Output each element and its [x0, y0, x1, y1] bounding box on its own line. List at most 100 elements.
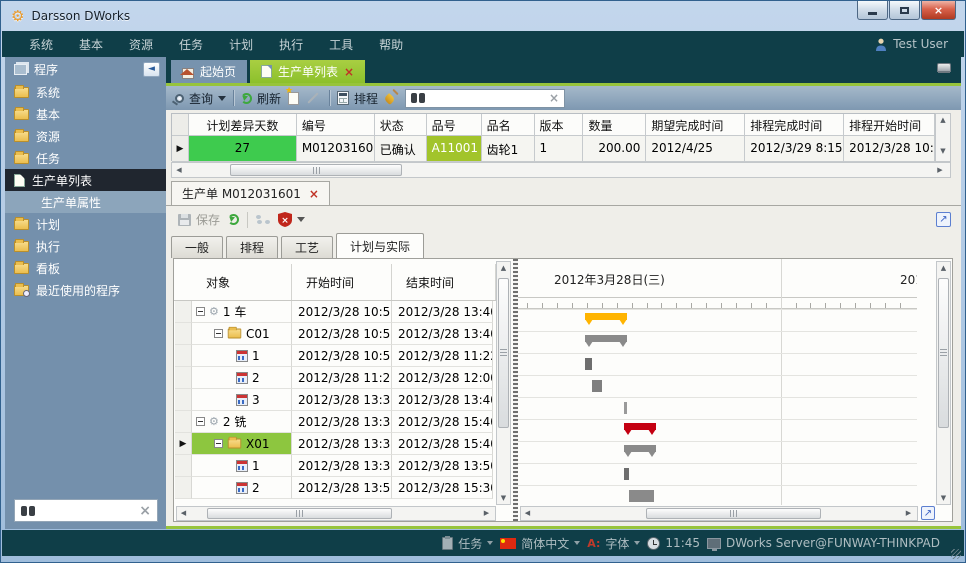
grid-cell[interactable]: 2012/3/29 8:15 [745, 136, 844, 162]
tree-object-cell[interactable]: 3 [192, 389, 292, 411]
validation-button[interactable]: × [278, 212, 305, 227]
grid-cell[interactable]: 齿轮1 [482, 136, 535, 162]
grid-cell[interactable]: 1 [535, 136, 584, 162]
sidebar-item-1[interactable]: 基本 [5, 103, 166, 125]
tab-start-page[interactable]: 起始页 [171, 60, 247, 83]
close-button[interactable]: × [921, 1, 956, 20]
gantt-bar[interactable] [592, 380, 601, 392]
sidebar-item-3[interactable]: 任务 [5, 147, 166, 169]
subtab-3[interactable]: 计划与实际 [336, 233, 424, 258]
menu-item-5[interactable]: 执行 [266, 32, 316, 57]
grid-cell[interactable]: 200.00 [583, 136, 646, 162]
gantt-bar[interactable] [624, 468, 629, 480]
gantt-bar[interactable] [624, 402, 627, 414]
subtab-2[interactable]: 工艺 [281, 236, 333, 258]
sidebar-item-7[interactable]: 执行 [5, 235, 166, 257]
status-language-selector[interactable]: 简体中文 [500, 535, 580, 552]
hierarchy-icon[interactable] [256, 214, 270, 226]
grid-vertical-scrollbar[interactable]: ▲ ▼ [935, 113, 951, 162]
collapse-expander-icon[interactable] [196, 307, 205, 316]
menu-item-0[interactable]: 系统 [16, 32, 66, 57]
gantt-bar[interactable] [585, 335, 627, 342]
validation-dropdown-icon[interactable] [297, 217, 305, 226]
edit-button[interactable] [306, 97, 322, 99]
clean-button[interactable] [385, 92, 398, 105]
menu-item-6[interactable]: 工具 [316, 32, 366, 57]
grid-horizontal-scrollbar[interactable]: ◀ ▶ [171, 162, 951, 178]
maximize-button[interactable] [889, 1, 920, 20]
tree-row[interactable]: 32012/3/28 13:302012/3/28 13:40 [175, 389, 496, 411]
query-button[interactable]: 查询 [175, 90, 226, 107]
status-font-selector[interactable]: A: 字体 [587, 535, 640, 552]
new-button[interactable] [288, 92, 299, 105]
grid-row-selector[interactable]: ▶ [172, 136, 189, 162]
detail-tab-close-icon[interactable]: × [309, 187, 319, 201]
sidebar-item-8[interactable]: 看板 [5, 257, 166, 279]
tree-object-cell[interactable]: 1 [192, 455, 292, 477]
grid-cell[interactable]: M012031601 [297, 136, 375, 162]
tree-object-cell[interactable]: C01 [192, 323, 292, 345]
gantt-bar[interactable] [624, 423, 656, 430]
gantt-horizontal-scrollbar[interactable]: ◀ ▶ [520, 506, 918, 521]
menu-item-7[interactable]: 帮助 [366, 32, 416, 57]
schedule-button[interactable]: 排程 [337, 90, 378, 107]
clear-search-icon[interactable]: × [139, 503, 151, 519]
tree-object-cell[interactable]: ⚙1 车 [192, 301, 292, 323]
status-task-selector[interactable]: 任务 [442, 535, 493, 552]
menu-item-1[interactable]: 基本 [66, 32, 116, 57]
tree-row[interactable]: 12012/3/28 10:522012/3/28 11:22 [175, 345, 496, 367]
tree-row[interactable]: ⚙2 铣2012/3/28 13:302012/3/28 15:40 [175, 411, 496, 433]
menu-item-4[interactable]: 计划 [216, 32, 266, 57]
sidebar-item-2[interactable]: 资源 [5, 125, 166, 147]
save-button[interactable]: 保存 [178, 211, 220, 228]
tree-vertical-scrollbar[interactable]: ▲ ▼ [496, 261, 511, 505]
collapse-expander-icon[interactable] [214, 439, 223, 448]
collapse-expander-icon[interactable] [214, 329, 223, 338]
grid-data-row[interactable]: ▶27M012031601已确认A11001齿轮11200.002012/4/2… [172, 136, 935, 162]
tree-object-cell[interactable]: 2 [192, 367, 292, 389]
subtab-1[interactable]: 排程 [226, 236, 278, 258]
minimize-button[interactable] [857, 1, 888, 20]
grid-cell[interactable]: 2012/3/28 10:52 [844, 136, 935, 162]
tree-object-cell[interactable]: 1 [192, 345, 292, 367]
tab-close-icon[interactable]: × [344, 65, 354, 79]
user-indicator[interactable]: Test User [875, 37, 948, 51]
gantt-bar[interactable] [624, 445, 656, 452]
tree-object-cell[interactable]: 2 [192, 477, 292, 499]
sidebar-item-0[interactable]: 系统 [5, 81, 166, 103]
pin-icon[interactable] [937, 63, 951, 72]
sidebar-collapse-button[interactable]: ◄ [143, 62, 160, 77]
tree-object-cell[interactable]: X01 [192, 433, 292, 455]
tree-row[interactable]: ▶X012012/3/28 13:302012/3/28 15:40 [175, 433, 496, 455]
menu-item-3[interactable]: 任务 [166, 32, 216, 57]
toolbar-search-input[interactable]: × [405, 89, 565, 108]
grid-cell[interactable]: A11001 [427, 136, 482, 162]
collapse-expander-icon[interactable] [196, 417, 205, 426]
gantt-bar[interactable] [585, 358, 592, 370]
tree-horizontal-scrollbar[interactable]: ◀ ▶ [176, 506, 496, 521]
resize-grip[interactable] [951, 549, 961, 559]
tree-row[interactable]: 22012/3/28 11:222012/3/28 12:00 [175, 367, 496, 389]
open-in-window-icon[interactable]: ↗ [936, 212, 951, 227]
tree-row[interactable]: C012012/3/28 10:522012/3/28 13:40 [175, 323, 496, 345]
gantt-bar[interactable] [585, 313, 627, 320]
tree-row[interactable]: 22012/3/28 13:502012/3/28 15:30 [175, 477, 496, 499]
gantt-vertical-scrollbar[interactable]: ▲ ▼ [936, 261, 951, 505]
sidebar-item-5[interactable]: 生产单属性 [5, 191, 166, 213]
menu-item-2[interactable]: 资源 [116, 32, 166, 57]
tab-order-list[interactable]: 生产单列表 × [250, 60, 365, 83]
gantt-expand-icon[interactable]: ↗ [921, 506, 935, 520]
grid-cell[interactable]: 27 [189, 136, 297, 162]
sidebar-item-9[interactable]: 最近使用的程序 [5, 279, 166, 301]
detail-tab[interactable]: 生产单 M012031601 × [171, 181, 330, 205]
refresh-button[interactable]: 刷新 [241, 90, 281, 107]
query-dropdown-icon[interactable] [218, 96, 226, 105]
sidebar-item-4[interactable]: 生产单列表 [5, 169, 166, 191]
grid-cell[interactable]: 已确认 [375, 136, 427, 162]
tree-row[interactable]: 12012/3/28 13:302012/3/28 13:50 [175, 455, 496, 477]
tree-object-cell[interactable]: ⚙2 铣 [192, 411, 292, 433]
grid-cell[interactable]: 2012/4/25 [646, 136, 745, 162]
clear-search-icon[interactable]: × [549, 91, 559, 105]
detail-refresh-button[interactable] [228, 214, 239, 225]
sidebar-search-box[interactable]: × [14, 499, 158, 522]
